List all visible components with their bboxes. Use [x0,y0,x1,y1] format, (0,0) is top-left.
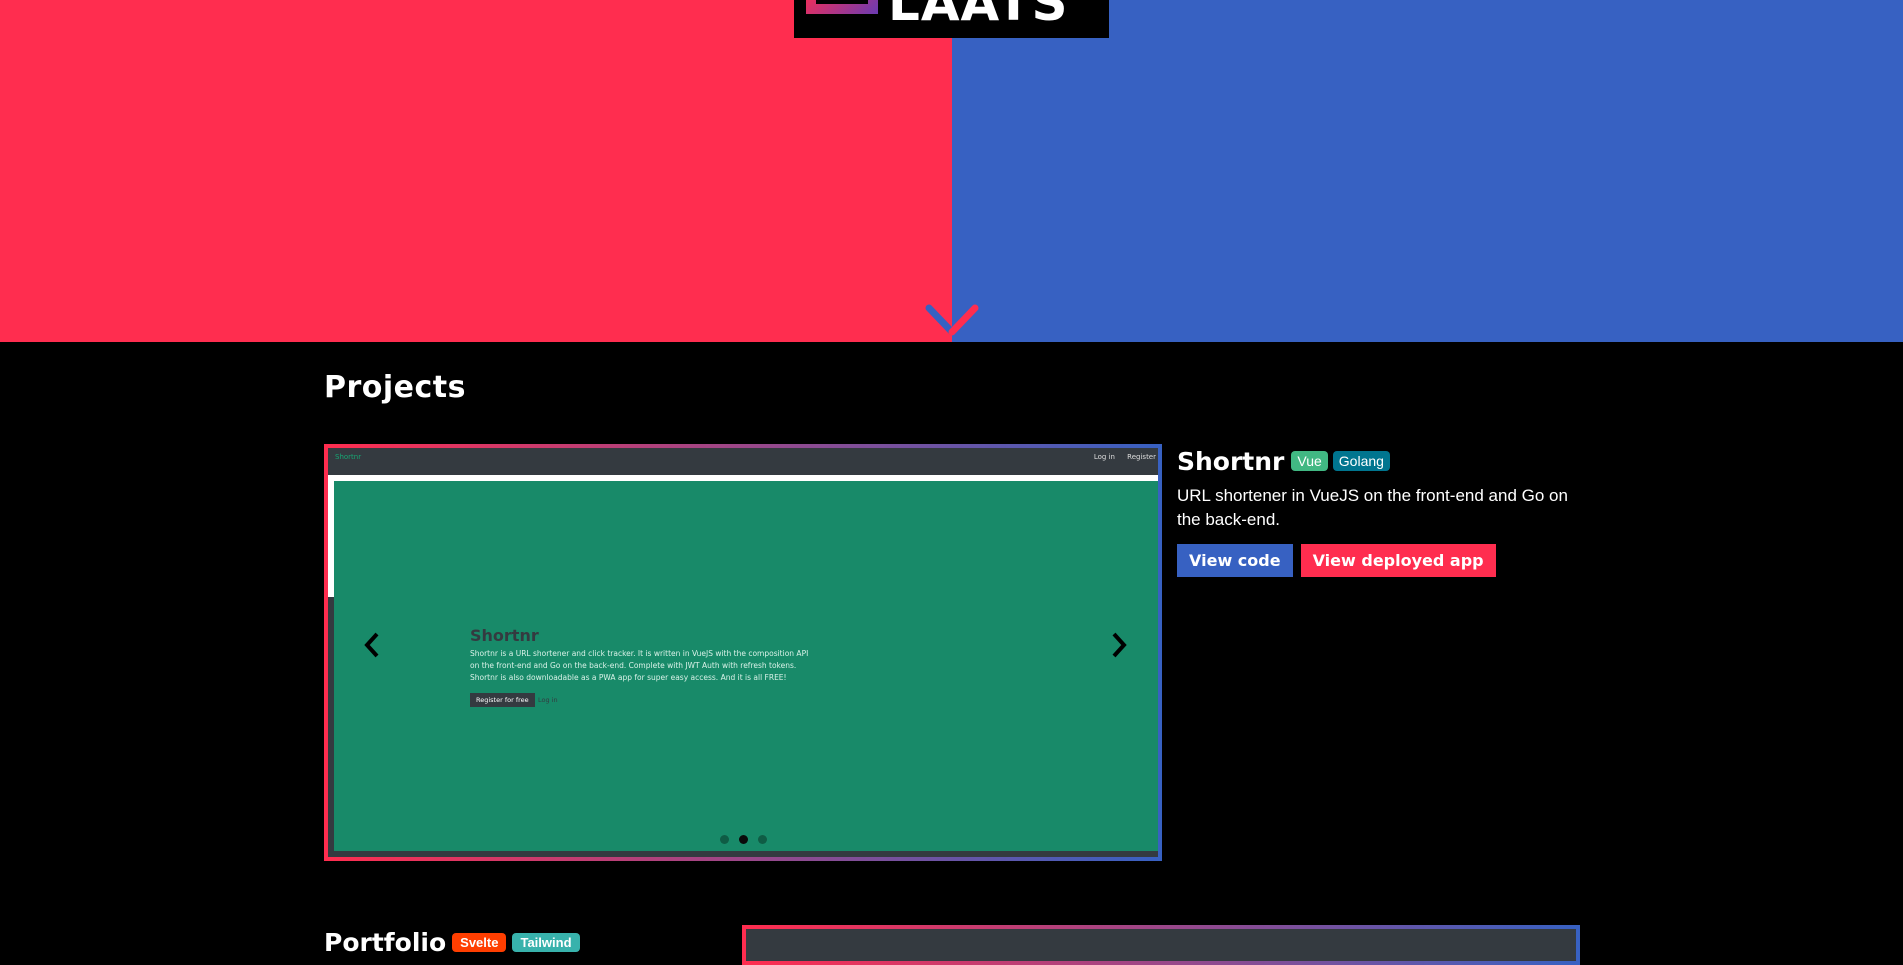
hero-blue-panel [952,0,1903,342]
logo-mark-icon [806,0,878,14]
carousel-dot-active[interactable] [738,835,748,844]
screenshot-brand: Shortnr [335,453,362,461]
tag-badge-golang: Golang [1332,451,1390,471]
hero-banner: LAATS [0,0,1903,342]
tag-badge-tailwind: Tailwind [512,933,580,952]
carousel-dot[interactable] [719,835,729,844]
next-project-header: Portfolio Svelte Tailwind [324,928,580,957]
chevron-right-icon[interactable] [1107,630,1131,660]
hero-red-panel [0,0,952,342]
carousel-indicators [328,835,1158,844]
project-info: Shortnr Vue Golang URL shortener in VueJ… [1177,446,1597,577]
logo-text: LAATS [888,0,1069,32]
project-carousel: Shortnr Log in Register Shortnr Shortnr … [324,444,1162,861]
screenshot-heading: Shortnr [470,626,539,645]
tag-badge-vue: Vue [1291,451,1328,471]
section-title-projects: Projects [324,370,467,405]
screenshot-nav-register: Register [1127,453,1156,461]
project-title: Shortnr [1177,446,1285,476]
next-project-carousel [742,925,1580,965]
screenshot-nav-login: Log in [1093,453,1115,461]
project-description: URL shortener in VueJS on the front-end … [1177,486,1568,529]
carousel-slide: Shortnr Log in Register Shortnr Shortnr … [328,448,1158,857]
site-logo[interactable]: LAATS [794,0,1109,38]
screenshot-register-button: Register for free [470,693,535,707]
view-code-button[interactable]: View code [1177,544,1293,577]
chevron-down-icon[interactable] [925,302,979,338]
tag-badge-svelte: Svelte [452,933,507,952]
view-deployed-app-button[interactable]: View deployed app [1300,544,1496,577]
screenshot-login-link: Log in [538,696,558,704]
chevron-left-icon[interactable] [360,630,384,660]
screenshot-navbar: Shortnr Log in Register [328,448,1158,470]
carousel-dot[interactable] [757,835,767,844]
screenshot-description: Shortnr is a URL shortener and click tra… [470,649,809,682]
next-project-title: Portfolio [324,928,447,957]
